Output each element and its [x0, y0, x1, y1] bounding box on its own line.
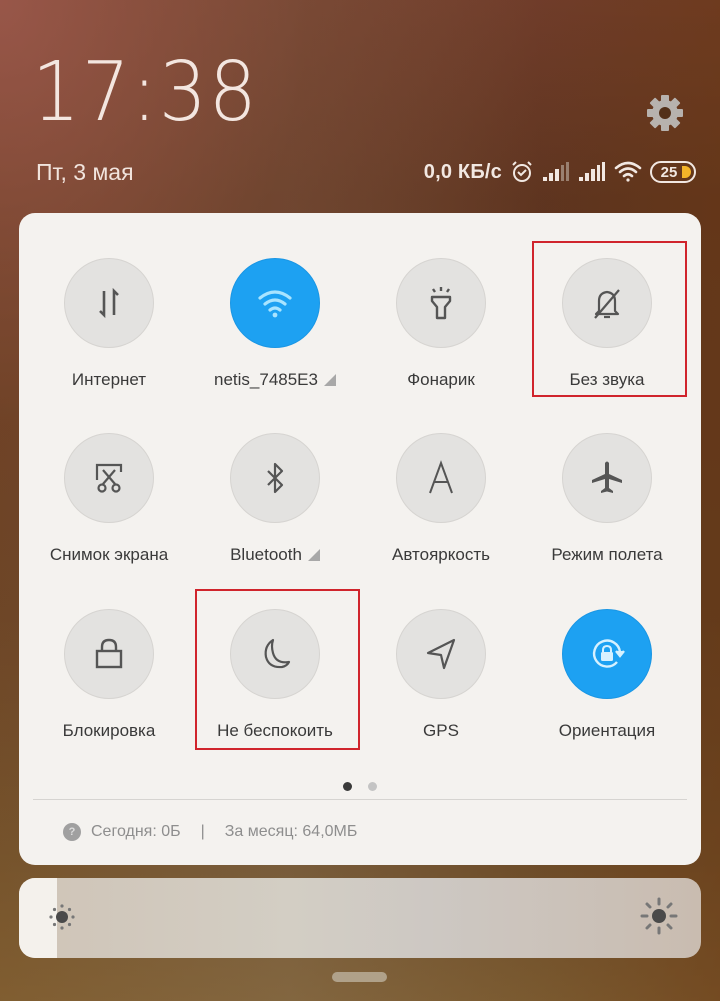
- signal-sim1-icon: [542, 161, 570, 183]
- net-speed: 0,0 КБ/с: [423, 160, 502, 183]
- page-dot-active[interactable]: [343, 782, 352, 791]
- clock-time: 17:38: [32, 45, 259, 140]
- tile-airplane-label: Режим полета: [551, 545, 663, 564]
- tile-wifi-label: netis_7485E3: [214, 370, 318, 389]
- brightness-slider[interactable]: [19, 878, 701, 958]
- tile-bluetooth-button[interactable]: [230, 433, 320, 523]
- data-usage-separator: |: [200, 823, 205, 840]
- page-dot-inactive[interactable]: [368, 782, 377, 791]
- brightness-high-icon: [639, 896, 679, 941]
- tile-wifi[interactable]: netis_7485E3: [192, 258, 358, 408]
- status-bar: 0,0 КБ/с 25: [424, 158, 696, 186]
- tile-auto-brightness-label: Автояркость: [392, 545, 490, 564]
- date-label: Пт, 3 мая: [36, 159, 134, 185]
- data-usage-row[interactable]: ? Сегодня: 0Б | За месяц: 64,0МБ: [63, 823, 357, 841]
- tile-bluetooth[interactable]: Bluetooth: [192, 433, 358, 583]
- tile-screenshot-label: Снимок экрана: [49, 545, 169, 564]
- tile-airplane-button[interactable]: [562, 433, 652, 523]
- tile-flashlight-button[interactable]: [396, 258, 486, 348]
- tile-orientation-button[interactable]: [562, 609, 652, 699]
- tile-flashlight-label: Фонарик: [407, 370, 475, 389]
- tile-lock[interactable]: Блокировка: [26, 609, 192, 759]
- tile-auto-brightness[interactable]: Автояркость: [358, 433, 524, 583]
- screenshot-icon: [95, 463, 123, 493]
- tile-bluetooth-label: Bluetooth: [230, 545, 302, 564]
- expand-menu-icon[interactable]: [307, 549, 320, 561]
- expand-menu-icon[interactable]: [323, 374, 336, 386]
- tile-auto-brightness-button[interactable]: [396, 433, 486, 523]
- tile-gps[interactable]: GPS: [358, 609, 524, 759]
- data-usage-today: Сегодня: 0Б: [91, 823, 181, 840]
- tile-lock-label: Блокировка: [62, 721, 156, 740]
- mobile-data-icon: [99, 287, 119, 319]
- tile-screenshot-button[interactable]: [64, 433, 154, 523]
- signal-sim2-icon: [578, 161, 606, 183]
- bluetooth-icon: [267, 462, 284, 494]
- highlight-dnd: [195, 589, 360, 750]
- tile-orientation-label: Ориентация: [558, 721, 656, 740]
- battery-fill: [682, 166, 691, 178]
- tile-orientation[interactable]: Ориентация: [524, 609, 690, 759]
- wifi-icon: [614, 161, 642, 183]
- rotation-lock-icon: [592, 639, 625, 668]
- divider: [33, 799, 687, 800]
- page-indicator: [19, 782, 701, 791]
- tile-internet-label: Интернет: [71, 370, 147, 389]
- tile-gps-label: GPS: [423, 721, 459, 740]
- battery-indicator: 25: [650, 161, 696, 183]
- airplane-icon: [592, 461, 622, 493]
- battery-level: 25: [660, 163, 678, 181]
- tile-wifi-button[interactable]: [230, 258, 320, 348]
- flashlight-icon: [430, 287, 452, 320]
- tile-internet[interactable]: Интернет: [26, 258, 192, 408]
- tile-internet-button[interactable]: [64, 258, 154, 348]
- highlight-silent: [532, 241, 687, 397]
- drag-handle[interactable]: [332, 972, 387, 982]
- tile-flashlight[interactable]: Фонарик: [358, 258, 524, 408]
- help-icon[interactable]: ?: [63, 823, 81, 841]
- tile-gps-button[interactable]: [396, 609, 486, 699]
- location-arrow-icon: [426, 638, 456, 670]
- alarm-icon: [510, 160, 534, 184]
- auto-brightness-icon: [429, 460, 453, 494]
- wifi-icon: [258, 290, 292, 318]
- quick-settings-panel: Интернет netis_7485E3 Фонарик Без звука …: [19, 213, 701, 865]
- data-usage-month: За месяц: 64,0МБ: [224, 823, 358, 840]
- brightness-low-icon: [47, 902, 77, 937]
- lock-icon: [95, 638, 123, 669]
- tile-screenshot[interactable]: Снимок экрана: [26, 433, 192, 583]
- gear-icon[interactable]: [645, 93, 685, 133]
- tile-airplane[interactable]: Режим полета: [524, 433, 690, 583]
- tile-lock-button[interactable]: [64, 609, 154, 699]
